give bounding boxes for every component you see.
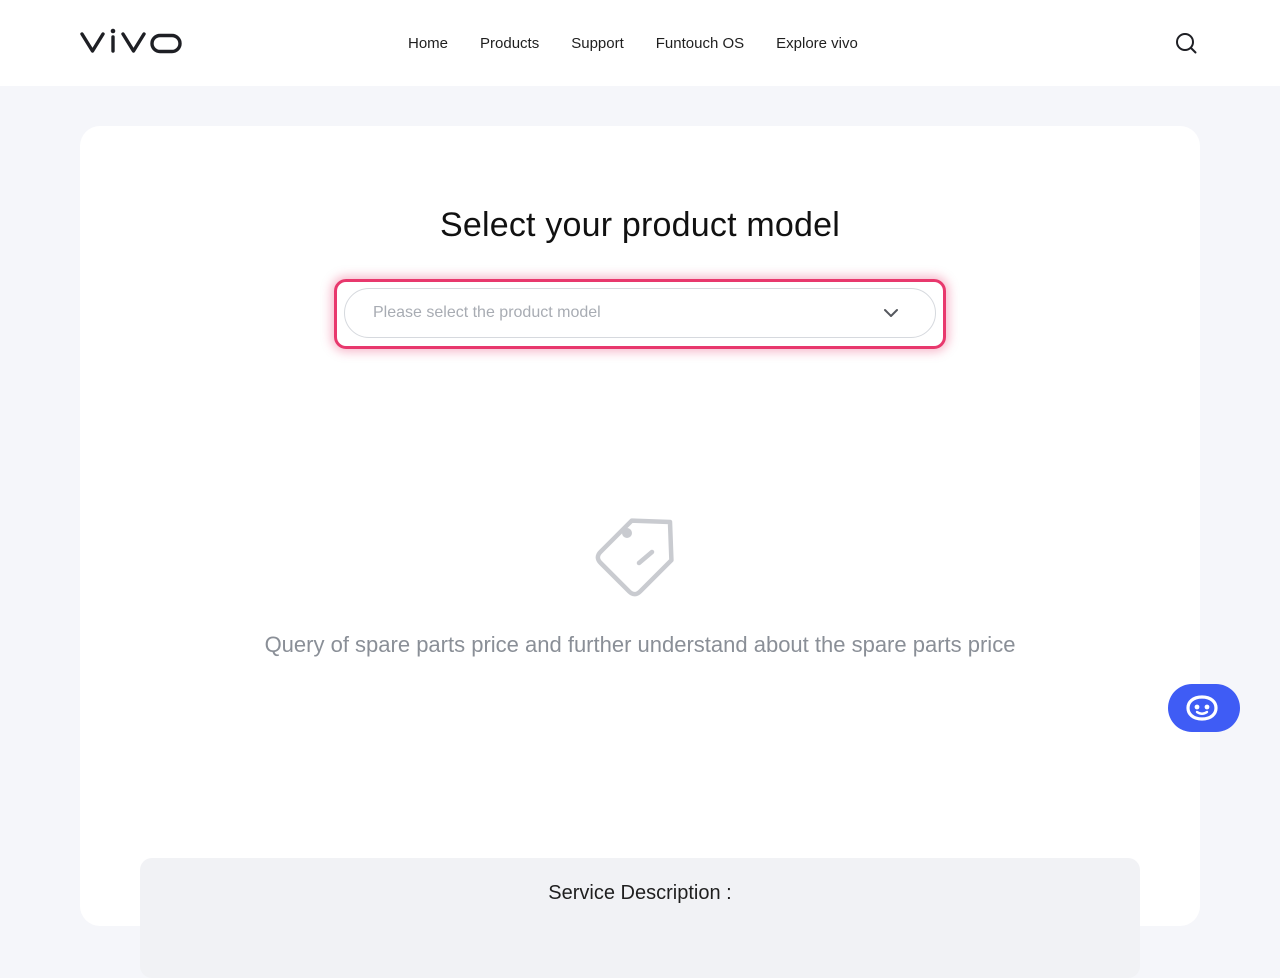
- search-button[interactable]: [1173, 30, 1199, 56]
- vivo-logo-icon: [80, 28, 182, 54]
- page-title: Select your product model: [440, 206, 840, 244]
- chat-bot-icon: [1186, 695, 1218, 721]
- service-description-title: Service Description :: [548, 882, 732, 904]
- nav-item-home[interactable]: Home: [392, 35, 464, 52]
- search-icon: [1176, 33, 1197, 54]
- product-model-placeholder: Please select the product model: [373, 304, 601, 321]
- spare-parts-card: Select your product model Please select …: [80, 126, 1200, 978]
- empty-state-text: Query of spare parts price and further u…: [264, 632, 1016, 657]
- nav-item-explore-vivo[interactable]: Explore vivo: [760, 35, 874, 52]
- chat-assistant-button[interactable]: [1168, 684, 1240, 732]
- nav-item-support[interactable]: Support: [555, 35, 640, 52]
- nav-item-products[interactable]: Products: [464, 35, 555, 52]
- main-nav: Home Products Support Funtouch OS Explor…: [392, 0, 874, 86]
- nav-item-funtouch-os[interactable]: Funtouch OS: [640, 35, 760, 52]
- service-description-panel: Service Description :: [140, 858, 1140, 978]
- price-tag-icon: [586, 496, 696, 606]
- vivo-logo[interactable]: [80, 26, 184, 58]
- site-header: Home Products Support Funtouch OS Explor…: [0, 0, 1280, 86]
- chevron-down-icon: [884, 309, 898, 317]
- product-model-select[interactable]: Please select the product model: [344, 288, 936, 338]
